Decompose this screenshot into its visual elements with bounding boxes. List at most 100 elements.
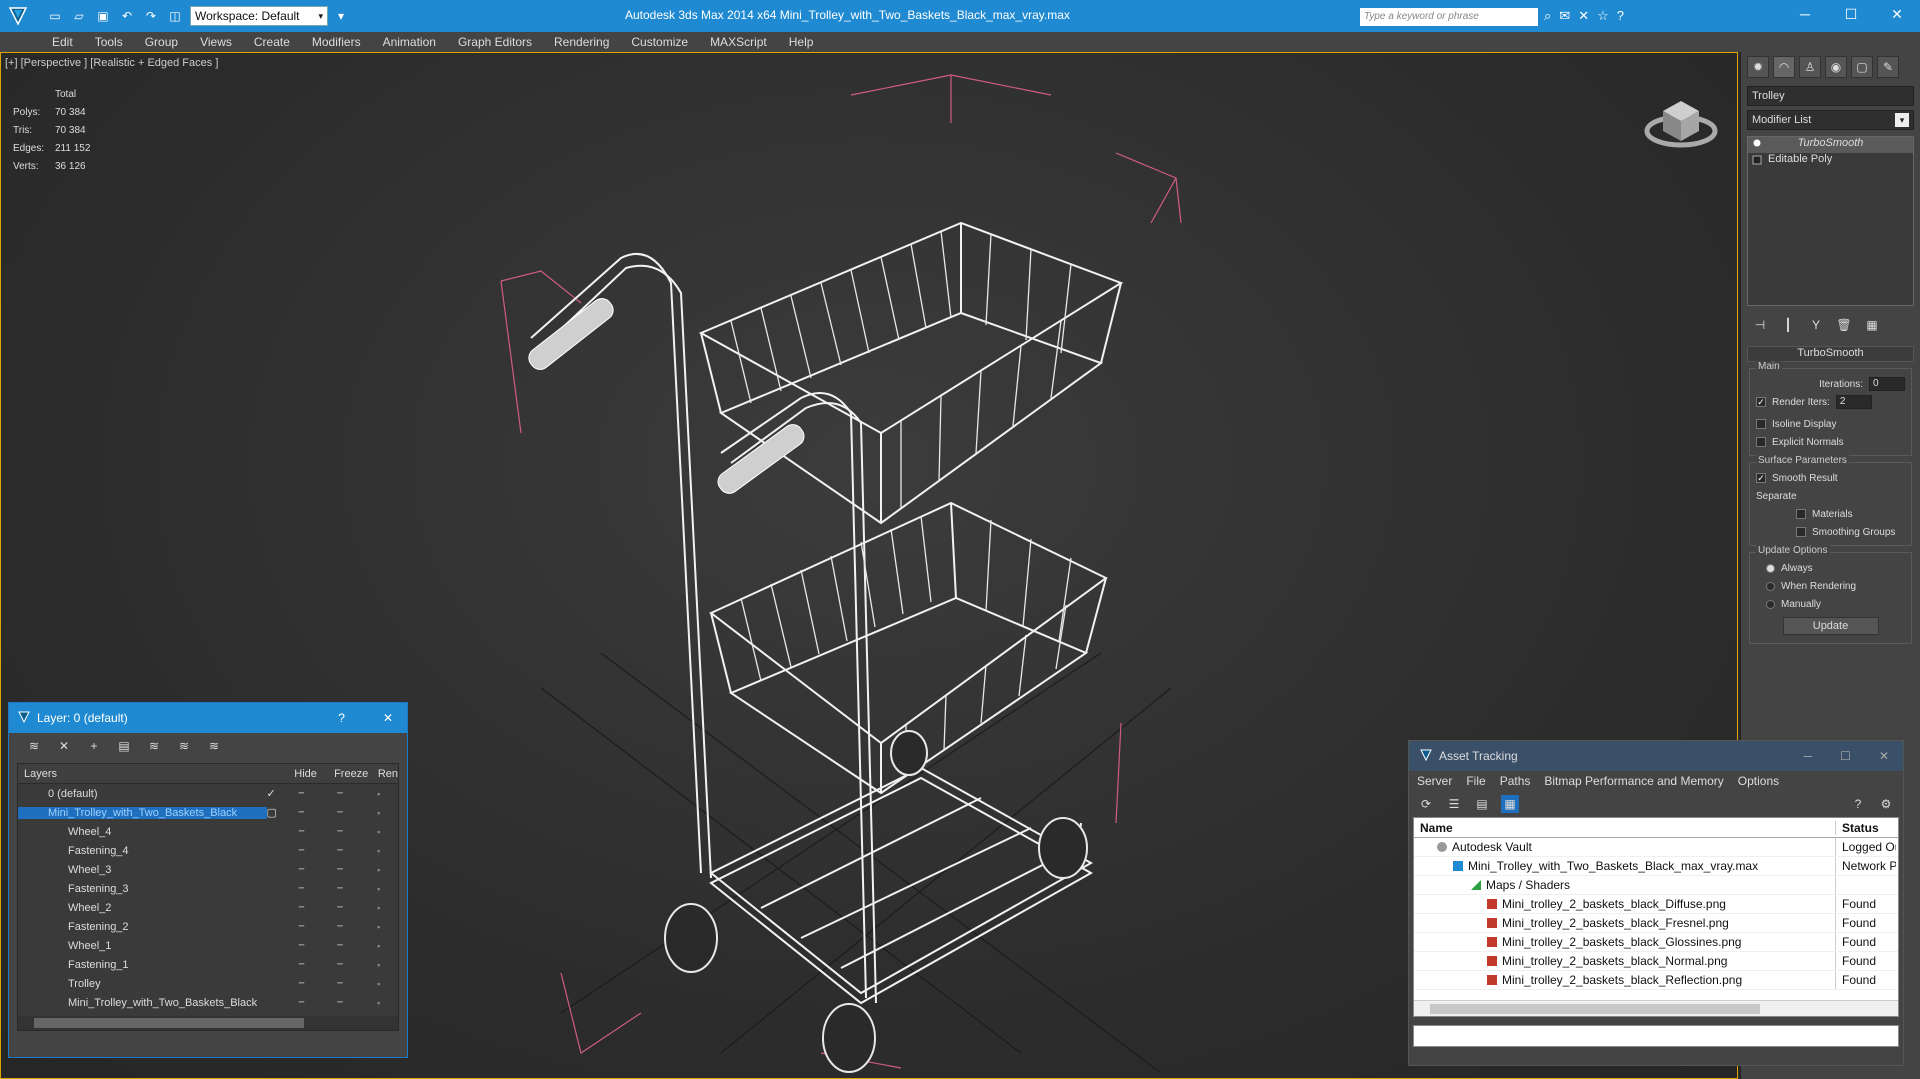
update-button[interactable]: Update (1782, 617, 1879, 635)
set-current-layer-icon[interactable]: ▢ (267, 806, 282, 819)
layer-row[interactable]: 0 (default) ✓ ━ ━ ▪ (18, 784, 398, 803)
asset-row[interactable]: Mini_trolley_2_baskets_black_Fresnel.png… (1414, 914, 1898, 933)
column-render[interactable]: Ren (372, 768, 398, 780)
add-to-layer-icon[interactable]: + (85, 737, 103, 755)
detail-view-icon[interactable]: ▤ (1473, 795, 1491, 813)
tools-icon[interactable]: ✕ (1578, 8, 1589, 24)
smoothing-groups-checkbox[interactable] (1796, 527, 1806, 537)
light-bulb-icon[interactable] (1752, 139, 1762, 149)
menu-animation[interactable]: Animation (383, 35, 436, 49)
table-view-icon[interactable]: ▦ (1501, 795, 1519, 813)
when-rendering-radio[interactable] (1766, 581, 1775, 591)
binoculars-icon[interactable]: ⌕ (1544, 8, 1551, 24)
asset-menu-server[interactable]: Server (1417, 774, 1452, 788)
stack-item-turbosmooth[interactable]: TurboSmooth (1748, 137, 1913, 153)
layer-object-row[interactable]: Fastening_3 ━ ━ ▪ (18, 879, 398, 898)
smooth-result-checkbox[interactable]: ✓ (1756, 473, 1766, 483)
column-layers[interactable]: Layers (18, 768, 288, 780)
menu-help[interactable]: Help (789, 35, 814, 49)
always-radio[interactable] (1766, 563, 1775, 573)
layer-object-row[interactable]: Wheel_2 ━ ━ ▪ (18, 898, 398, 917)
iterations-spinner[interactable]: 0 (1869, 377, 1905, 391)
maximize-icon[interactable]: ☐ (1840, 749, 1851, 763)
menu-tools[interactable]: Tools (95, 35, 123, 49)
search-input[interactable]: Type a keyword or phrase (1360, 8, 1538, 26)
render-iters-spinner[interactable]: 2 (1835, 395, 1872, 409)
layer-object-row[interactable]: Fastening_2 ━ ━ ▪ (18, 917, 398, 936)
column-name[interactable]: Name (1414, 820, 1836, 835)
turbosmooth-rollout-header[interactable]: TurboSmooth (1747, 346, 1914, 362)
menu-graph-editors[interactable]: Graph Editors (458, 35, 532, 49)
list-view-icon[interactable]: ☰ (1445, 795, 1463, 813)
menu-modifiers[interactable]: Modifiers (312, 35, 361, 49)
utilities-tab-icon[interactable]: ✎ (1877, 56, 1899, 78)
asset-menu-file[interactable]: File (1466, 774, 1485, 788)
settings-icon[interactable]: ⚙ (1877, 795, 1895, 813)
layer-table[interactable]: Layers Hide Freeze Ren 0 (default) ✓ ━ ━ ▪… (17, 763, 399, 1031)
redo-icon[interactable]: ↷ (142, 7, 160, 25)
explicit-normals-checkbox[interactable] (1756, 437, 1766, 447)
horizontal-scrollbar[interactable] (1414, 1000, 1898, 1016)
help-icon[interactable]: ? (1849, 795, 1867, 813)
object-name-field[interactable]: Trolley (1747, 86, 1914, 106)
menu-customize[interactable]: Customize (631, 35, 688, 49)
project-folder-icon[interactable]: ◫ (166, 7, 184, 25)
configure-sets-icon[interactable]: ▦ (1863, 316, 1881, 334)
asset-row[interactable]: Mini_trolley_2_baskets_black_Diffuse.png… (1414, 895, 1898, 914)
column-freeze[interactable]: Freeze (328, 768, 372, 780)
remove-modifier-icon[interactable]: 🗑 (1835, 316, 1853, 334)
scrollbar-thumb[interactable] (1430, 1004, 1760, 1014)
close-icon[interactable]: ✕ (1879, 749, 1889, 763)
open-folder-icon[interactable]: ▱ (70, 7, 88, 25)
show-end-result-icon[interactable]: ┃ (1779, 316, 1797, 334)
motion-tab-icon[interactable]: ◉ (1825, 56, 1847, 78)
maximize-icon[interactable]: ☐ (1828, 0, 1874, 28)
help-icon[interactable]: ? (338, 711, 345, 725)
materials-checkbox[interactable] (1796, 509, 1806, 519)
delete-layer-icon[interactable]: ✕ (55, 737, 73, 755)
asset-tracking-titlebar[interactable]: Asset Tracking ─ ☐ ✕ (1409, 741, 1903, 771)
close-icon[interactable]: ✕ (1874, 0, 1920, 28)
communication-icon[interactable]: ✉ (1559, 8, 1570, 24)
layer-object-row[interactable]: Wheel_1 ━ ━ ▪ (18, 936, 398, 955)
isoline-checkbox[interactable] (1756, 419, 1766, 429)
viewcube-icon[interactable] (1641, 83, 1721, 163)
asset-row[interactable]: Mini_Trolley_with_Two_Baskets_Black_max_… (1414, 857, 1898, 876)
highlight-layer-icon[interactable]: ≋ (145, 737, 163, 755)
manually-radio[interactable] (1766, 599, 1775, 609)
menu-group[interactable]: Group (145, 35, 178, 49)
menu-create[interactable]: Create (254, 35, 290, 49)
hide-all-icon[interactable]: ≋ (175, 737, 193, 755)
active-layer-check-icon[interactable]: ✓ (267, 787, 282, 800)
asset-row[interactable]: Mini_trolley_2_baskets_black_Reflection.… (1414, 971, 1898, 990)
layer-object-row[interactable]: Fastening_4 ━ ━ ▪ (18, 841, 398, 860)
undo-icon[interactable]: ↶ (118, 7, 136, 25)
viewport-label[interactable]: [+] [Perspective ] [Realistic + Edged Fa… (5, 57, 218, 69)
select-objects-icon[interactable]: ▤ (115, 737, 133, 755)
create-layer-icon[interactable]: ≋ (25, 737, 43, 755)
customize-toolbar-icon[interactable]: ▾ (332, 7, 350, 25)
refresh-icon[interactable]: ⟳ (1417, 795, 1435, 813)
display-tab-icon[interactable]: ▢ (1851, 56, 1873, 78)
layer-object-row[interactable]: Trolley ━ ━ ▪ (18, 974, 398, 993)
close-icon[interactable]: ✕ (383, 711, 393, 725)
make-unique-icon[interactable]: Y (1807, 316, 1825, 334)
asset-row[interactable]: Maps / Shaders (1414, 876, 1898, 895)
menu-views[interactable]: Views (200, 35, 232, 49)
asset-row[interactable]: Autodesk Vault Logged Ou (1414, 838, 1898, 857)
freeze-all-icon[interactable]: ≋ (205, 737, 223, 755)
create-tab-icon[interactable]: ✹ (1747, 56, 1769, 78)
asset-row[interactable]: Mini_trolley_2_baskets_black_Normal.png … (1414, 952, 1898, 971)
modify-tab-icon[interactable]: ◠ (1773, 56, 1795, 78)
layer-dialog-titlebar[interactable]: Layer: 0 (default) ? ✕ (9, 703, 407, 733)
app-logo-icon[interactable] (0, 0, 36, 32)
hierarchy-tab-icon[interactable]: ♙ (1799, 56, 1821, 78)
modifier-list-dropdown[interactable]: Modifier List ▾ (1747, 110, 1914, 130)
layer-object-row[interactable]: Wheel_4 ━ ━ ▪ (18, 822, 398, 841)
layer-row[interactable]: Mini_Trolley_with_Two_Baskets_Black ▢ ━ ━… (18, 803, 398, 822)
layer-object-row[interactable]: Wheel_3 ━ ━ ▪ (18, 860, 398, 879)
asset-table[interactable]: Name Status Autodesk Vault Logged Ou Min… (1413, 817, 1899, 1017)
help-icon[interactable]: ? (1617, 8, 1624, 24)
minimize-icon[interactable]: ─ (1782, 0, 1828, 28)
star-icon[interactable]: ☆ (1597, 8, 1609, 24)
